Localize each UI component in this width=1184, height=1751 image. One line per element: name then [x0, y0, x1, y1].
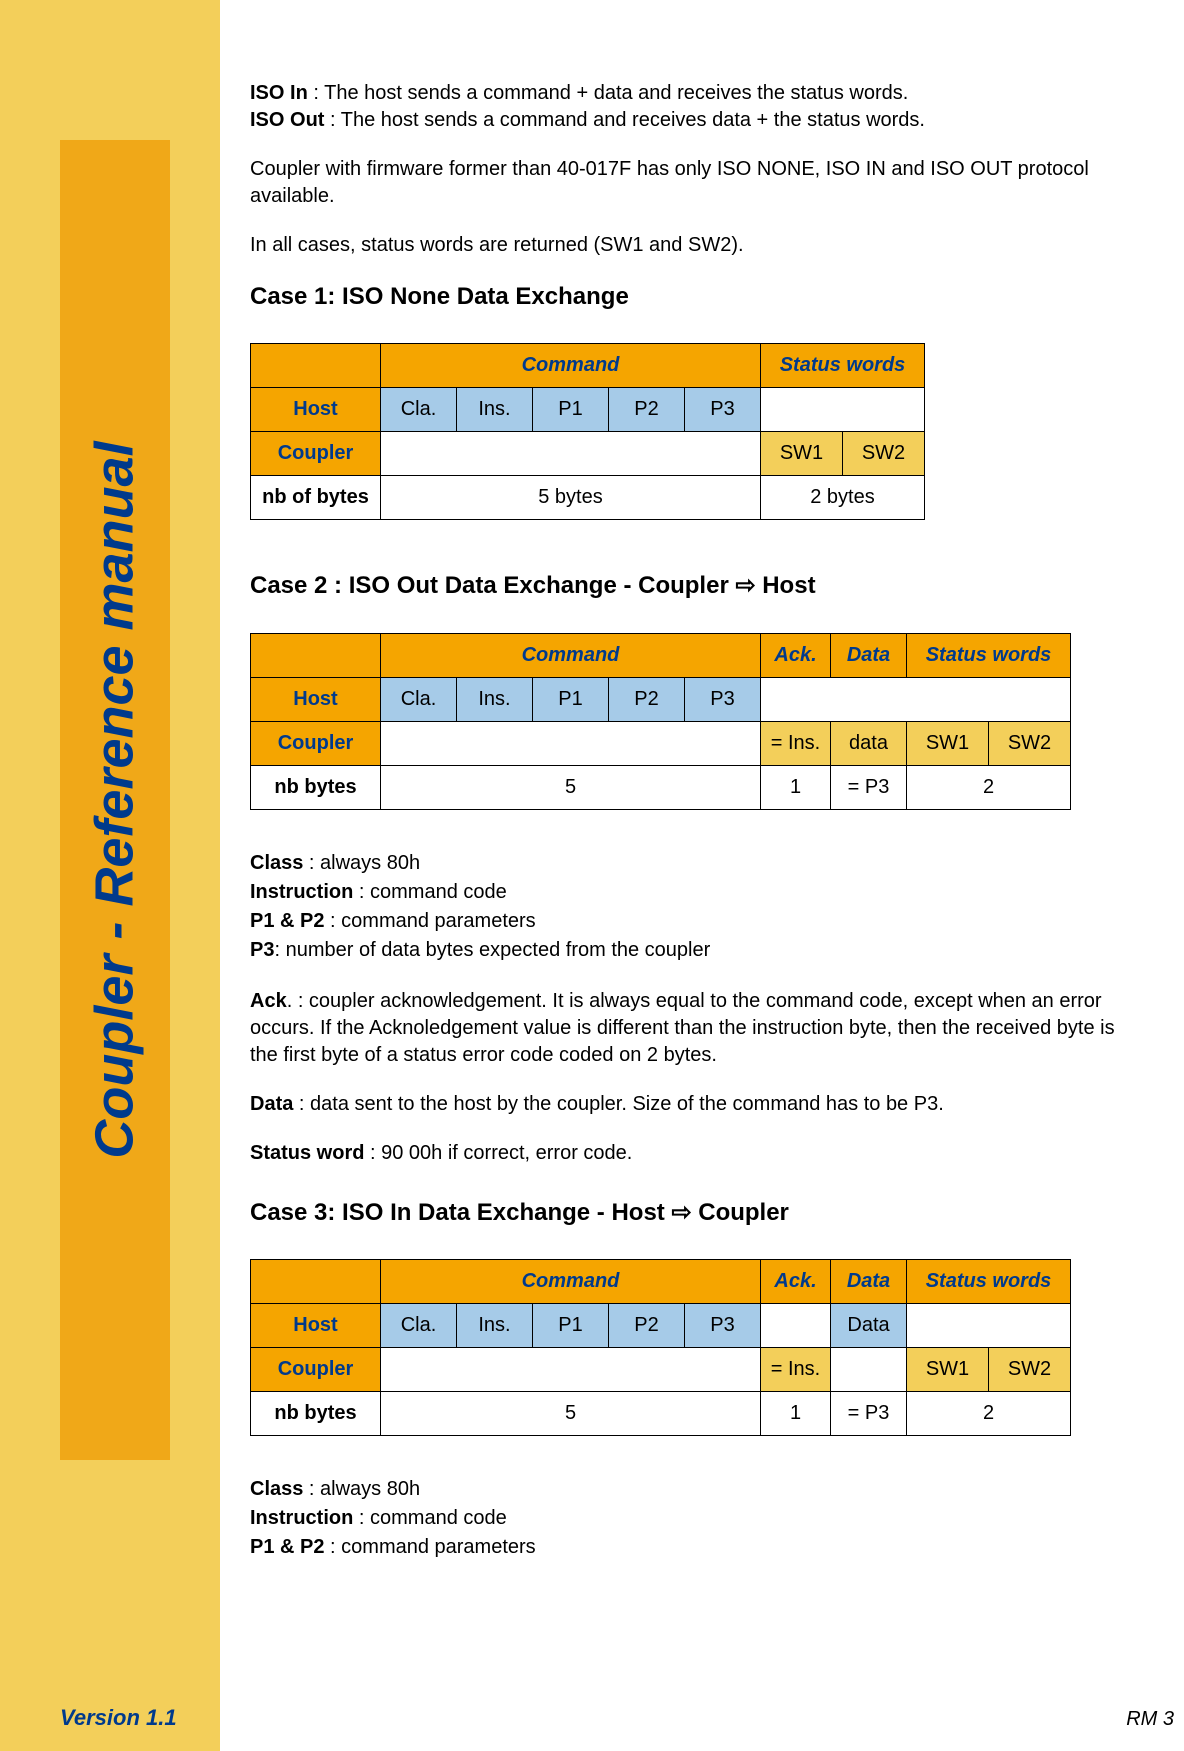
case1-title: Case 1: ISO None Data Exchange [250, 281, 1120, 313]
sidebar-title-box: Coupler - Reference manual [60, 140, 170, 1460]
page-number: RM 3 [1126, 1708, 1174, 1731]
sidebar-title: Coupler - Reference manual [84, 441, 146, 1158]
case1-hdr-status: Status words [761, 344, 925, 388]
intro-status: In all cases, status words are returned … [250, 232, 1120, 259]
case1-table: Command Status words Host Cla. Ins. P1 P… [250, 343, 925, 520]
case2-title: Case 2 : ISO Out Data Exchange - Coupler… [250, 570, 1120, 602]
case1-row-nb: nb of bytes [251, 476, 381, 520]
intro-iso-in: ISO In : The host sends a command + data… [250, 80, 1120, 134]
ack-definition: Ack. : coupler acknowledgement. It is al… [250, 988, 1120, 1069]
case1-hdr-command: Command [381, 344, 761, 388]
case2-definitions: Class : always 80h Instruction : command… [250, 850, 1120, 964]
case3-title: Case 3: ISO In Data Exchange - Host ⇨ Co… [250, 1197, 1120, 1229]
case1-row-coupler: Coupler [251, 432, 381, 476]
sw-definition: Status word : 90 00h if correct, error c… [250, 1140, 1120, 1167]
version-label: Version 1.1 [60, 1705, 177, 1731]
sidebar-band: Coupler - Reference manual Version 1.1 [0, 0, 220, 1751]
intro-firmware: Coupler with firmware former than 40-017… [250, 156, 1120, 210]
case1-row-host: Host [251, 388, 381, 432]
case3-table: Command Ack. Data Status words Host Cla.… [250, 1259, 1071, 1436]
data-definition: Data : data sent to the host by the coup… [250, 1091, 1120, 1118]
case2-table: Command Ack. Data Status words Host Cla.… [250, 633, 1071, 810]
main-content: ISO In : The host sends a command + data… [250, 80, 1120, 1585]
case3-definitions: Class : always 80h Instruction : command… [250, 1476, 1120, 1561]
